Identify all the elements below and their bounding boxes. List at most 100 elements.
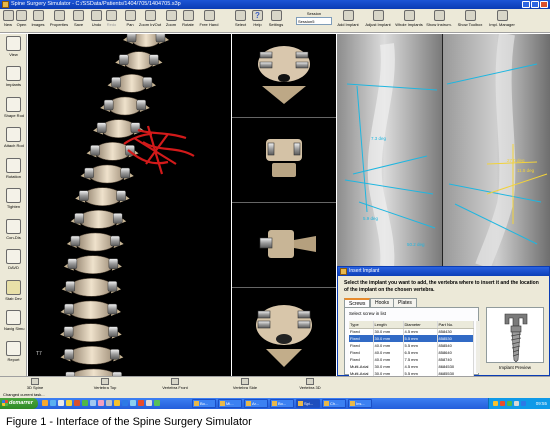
sidebar-item-implants[interactable]: Implants <box>4 66 23 87</box>
settings-button[interactable]: Settings <box>266 10 286 27</box>
vertebra-front-view[interactable] <box>232 119 336 203</box>
sidebar-item-con-dis[interactable]: Con-Dis <box>4 219 23 240</box>
tray-icon[interactable] <box>500 401 505 406</box>
quick-launch-icon[interactable] <box>82 400 88 406</box>
vertebra-top-view[interactable] <box>232 34 336 118</box>
sidebar-item-rotation[interactable]: Rotation <box>4 158 23 179</box>
session-selector[interactable]: Session Session5 <box>296 11 332 25</box>
tray-icon[interactable] <box>514 401 519 406</box>
session-dropdown[interactable]: Session5 <box>296 17 332 25</box>
quick-launch-icon[interactable] <box>130 400 136 406</box>
sidebar-item-view[interactable]: View <box>4 36 23 57</box>
free-hand-button[interactable]: Free Hand <box>198 10 220 27</box>
sidebar-item-report[interactable]: Report <box>4 341 23 362</box>
redo-button[interactable]: Redo <box>105 10 118 27</box>
sidebar-item-shape-rod[interactable]: Shape Rod <box>4 97 24 118</box>
taskbar-window-button[interactable]: Ins... <box>348 399 372 408</box>
quick-launch-icon[interactable] <box>50 400 56 406</box>
column-header[interactable]: Type <box>349 321 374 329</box>
quick-launch-icon[interactable] <box>122 400 128 406</box>
open-button[interactable]: Open <box>15 10 28 27</box>
clock[interactable]: 09:55 <box>536 401 547 406</box>
screw-list-scrollbar[interactable] <box>476 321 480 373</box>
view-3d-spine-button[interactable]: 3D Spine <box>20 378 50 392</box>
spine-3d-viewport[interactable]: T7 <box>28 34 231 376</box>
properties-button[interactable]: Properties <box>48 10 70 27</box>
whole-implants-button[interactable]: Whole Implants <box>395 10 423 27</box>
close-button[interactable] <box>540 1 548 8</box>
vertebra-3d-view[interactable] <box>232 289 336 373</box>
view-vertebra-top-button[interactable]: Vertebra Top <box>85 378 125 392</box>
taskbar-window-button[interactable]: Spi... <box>296 399 320 408</box>
tab-plates[interactable]: Plates <box>393 298 417 307</box>
quick-launch-icon[interactable] <box>90 400 96 406</box>
quick-launch-icon[interactable] <box>58 400 64 406</box>
table-cell: Fixed <box>349 335 374 342</box>
taskbar-window-button[interactable]: Mi... <box>218 399 242 408</box>
table-row[interactable]: Fixed 40.0 mm 5.5 mm 858540 <box>349 342 474 349</box>
column-header[interactable]: Length <box>373 321 404 329</box>
taskbar-window-button[interactable]: Bo... <box>192 399 216 408</box>
undo-button[interactable]: Undo <box>90 10 103 27</box>
sidebar-item-davd[interactable]: DAVD <box>4 249 23 270</box>
vertebra-body <box>94 142 131 161</box>
view-vertebra-front-button[interactable]: Vertebra Front <box>155 378 195 392</box>
tab-hooks[interactable]: Hooks <box>370 298 395 307</box>
quick-launch-icon[interactable] <box>114 400 120 406</box>
select-button[interactable]: Select <box>233 10 248 27</box>
column-header[interactable]: Part No. <box>437 321 474 329</box>
save-button[interactable]: Save <box>72 10 85 27</box>
add-implant-button[interactable]: Add Implant <box>336 10 360 27</box>
tab-screws[interactable]: Screws <box>344 298 371 307</box>
new-button[interactable]: New <box>2 10 14 27</box>
pedicle-screw <box>107 281 118 292</box>
taskbar-window-button[interactable]: Ch... <box>322 399 346 408</box>
tray-icon[interactable] <box>507 401 512 406</box>
sidebar-item-stab-dev[interactable]: Stab Dev <box>4 280 23 301</box>
zoom-in-out-button[interactable]: Zoom In/Out <box>138 10 162 27</box>
view-vertebra-side-button[interactable]: Vertebra Side <box>225 378 265 392</box>
vertebra-side-view[interactable] <box>232 204 336 288</box>
pan-button[interactable]: Pan <box>124 10 136 27</box>
sidebar-item-tighten[interactable]: Tighten <box>4 188 23 209</box>
quick-launch-icon[interactable] <box>74 400 80 406</box>
tray-icon[interactable] <box>493 401 498 406</box>
quick-launch-icon[interactable] <box>138 400 144 406</box>
quick-launch-icon[interactable] <box>146 400 152 406</box>
table-row[interactable]: Multi-Axial 30.0 mm 4.5 mm 8684530 <box>349 363 474 370</box>
maximize-button[interactable] <box>531 1 539 8</box>
table-row[interactable]: Fixed 40.0 mm 6.5 mm 858640 <box>349 349 474 356</box>
implant-manager-button[interactable]: Impl. Manager <box>488 10 516 27</box>
screw-list[interactable]: Type Length Diameter Part No. Fixed 30.0 … <box>349 321 474 377</box>
adjust-implant-button[interactable]: Adjust Implant <box>364 10 392 27</box>
show-instruments-button[interactable]: Show Instrum. <box>426 10 452 27</box>
dialog-title-bar[interactable]: Insert Implant <box>338 267 549 276</box>
table-cell: 40.0 mm <box>373 342 404 349</box>
help-button[interactable]: ? Help <box>251 10 264 27</box>
column-header[interactable]: Diameter <box>403 321 438 329</box>
table-row[interactable]: Fixed 40.0 mm 7.5 mm 858740 <box>349 356 474 363</box>
xray-measurement-panel[interactable]: 7.3 deg 5.9 deg 50.2 deg 27.0 deg 11.5 deg <box>337 34 550 266</box>
screw-list-label: Select screw in list <box>349 311 387 316</box>
tray-icon[interactable] <box>521 401 526 406</box>
quick-launch-icon[interactable] <box>154 400 160 406</box>
table-row[interactable]: Fixed 30.0 mm 4.5 mm 858430 <box>349 328 474 335</box>
rotate-button[interactable]: Rotate <box>180 10 196 27</box>
sidebar-item-attach-rod[interactable]: Attach Rod <box>4 127 24 148</box>
view-vertebra-3d-button[interactable]: Vertebra 3D <box>290 378 330 392</box>
taskbar-window-button[interactable]: Bo... <box>270 399 294 408</box>
quick-launch-icon[interactable] <box>98 400 104 406</box>
show-toolbox-button[interactable]: Show Toolbox <box>456 10 484 27</box>
taskbar-window-button[interactable]: Ar... <box>244 399 268 408</box>
sidebar-item-navig-simu[interactable]: Navig Simu <box>4 310 24 331</box>
zoom-button[interactable]: Zoom <box>164 10 178 27</box>
table-cell: 5.5 mm <box>403 335 438 342</box>
table-row[interactable]: Fixed 30.0 mm 5.5 mm 858530 <box>349 335 474 342</box>
quick-launch-icon[interactable] <box>42 400 48 406</box>
images-button[interactable]: Images <box>30 10 46 27</box>
minimize-button[interactable] <box>522 1 530 8</box>
table-cell: 4.5 mm <box>403 363 438 370</box>
quick-launch-icon[interactable] <box>106 400 112 406</box>
start-button[interactable]: demarrer <box>0 398 38 409</box>
quick-launch-icon[interactable] <box>66 400 72 406</box>
